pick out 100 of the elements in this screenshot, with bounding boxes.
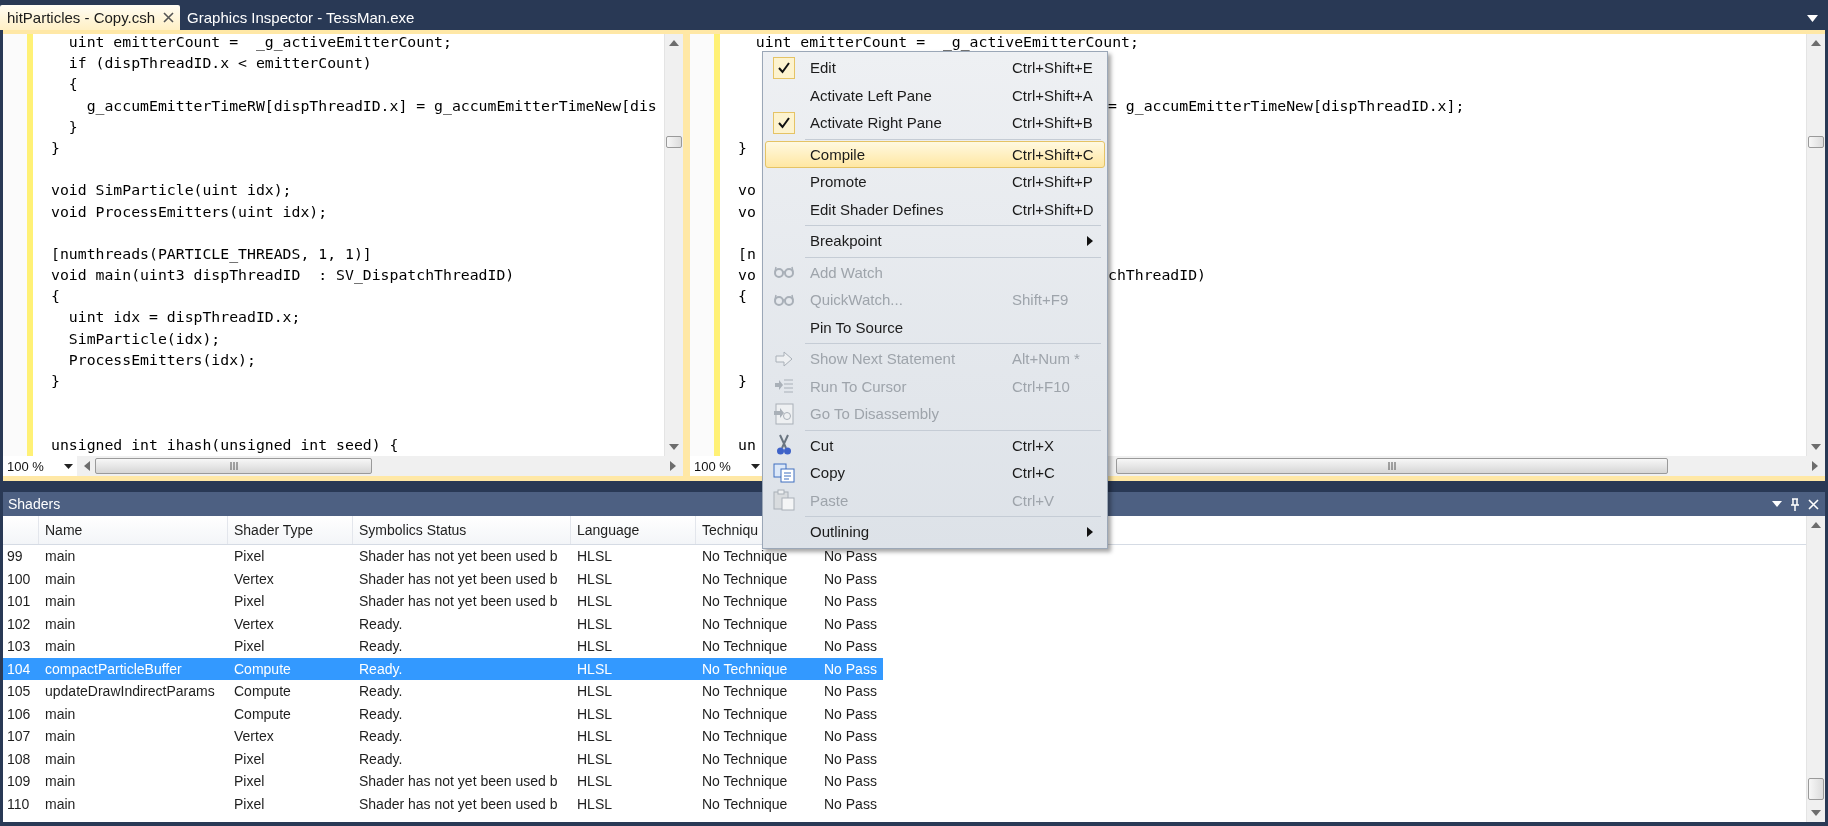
table-cell-text: No Pass <box>823 569 878 589</box>
table-cell-text: main <box>44 637 77 657</box>
scroll-up-icon[interactable] <box>1811 39 1821 47</box>
zoom-dropdown[interactable]: 100 % <box>690 456 764 476</box>
code-line: } <box>51 137 60 158</box>
table-row[interactable]: 102 main Vertex Ready. HLSL No Technique No Pass <box>3 612 883 635</box>
scroll-up-icon[interactable] <box>669 39 679 47</box>
code-line: chThreadID) <box>1108 265 1206 286</box>
table-row[interactable]: 101 main Pixel Shader has not yet been used b HLSL No Technique No Pass <box>3 590 883 613</box>
table-cell-text: Pixel <box>233 637 266 657</box>
scroll-thumb[interactable] <box>1116 458 1668 474</box>
menu-item[interactable]: Cut Ctrl+X <box>765 431 1105 459</box>
column-header[interactable]: Shader Type <box>228 516 353 544</box>
dropdown-icon[interactable] <box>1807 15 1818 22</box>
table-cell-text: Pixel <box>233 547 266 567</box>
table-cell-text: Pixel <box>233 772 266 792</box>
table-cell-text: Compute <box>233 659 292 679</box>
table-row[interactable]: 107 main Vertex Ready. HLSL No Technique No Pass <box>3 725 883 748</box>
table-cell-text: Ready. <box>358 637 404 657</box>
table-cell-text: No Pass <box>823 682 878 702</box>
submenu-arrow-icon <box>1086 235 1094 246</box>
table-cell-text: 99 <box>6 547 24 567</box>
code-line: void main(uint3 dispThreadID : SV_DispatchThreadID) <box>51 265 515 286</box>
menu-item[interactable]: Promote Ctrl+Shift+P <box>765 168 1105 196</box>
menu-item[interactable]: Compile Ctrl+Shift+C <box>765 140 1105 168</box>
table-cell-text: 103 <box>6 637 32 657</box>
column-header[interactable]: Language <box>571 516 696 544</box>
code-line: un <box>738 434 756 455</box>
table-cell-text: Shader has not yet been used b <box>358 794 559 814</box>
table-cell-text: 104 <box>6 659 32 679</box>
menu-item[interactable]: Pin To Source <box>765 313 1105 341</box>
caret-icon <box>751 463 760 469</box>
table-cell-text: No Technique <box>701 794 789 814</box>
menu-item[interactable]: Activate Right Pane Ctrl+Shift+B <box>765 109 1105 137</box>
table-cell-text: No Pass <box>823 637 878 657</box>
vertical-scrollbar[interactable] <box>664 34 683 456</box>
table-row[interactable]: 109 main Pixel Shader has not yet been used b HLSL No Technique No Pass <box>3 770 883 793</box>
table-cell-text: main <box>44 569 77 589</box>
table-cell-text: HLSL <box>576 569 614 589</box>
scroll-down-icon[interactable] <box>669 443 679 451</box>
table-cell-text: HLSL <box>576 749 614 769</box>
close-icon[interactable] <box>163 12 175 23</box>
table-cell-text: Ready. <box>358 727 404 747</box>
table-cell-text: HLSL <box>576 547 614 567</box>
menu-item[interactable]: Activate Left Pane Ctrl+Shift+A <box>765 81 1105 109</box>
table-row[interactable]: 108 main Pixel Ready. HLSL No Technique No Pass <box>3 747 883 770</box>
scroll-thumb[interactable] <box>1808 136 1824 148</box>
table-cell-text: Shader has not yet been used b <box>358 772 559 792</box>
panel-title: Shaders <box>8 496 61 512</box>
vertical-scrollbar[interactable] <box>1806 516 1825 822</box>
caret-icon <box>64 463 73 469</box>
table-row[interactable]: 99 main Pixel Shader has not yet been used b HLSL No Technique No Pass <box>3 545 883 568</box>
scroll-thumb[interactable] <box>666 136 682 148</box>
code-line: } <box>738 137 747 158</box>
table-cell-text: Ready. <box>358 682 404 702</box>
table-cell-text: No Technique <box>701 772 789 792</box>
code-line: { <box>67 74 78 95</box>
table-row[interactable]: 110 main Pixel Shader has not yet been used b HLSL No Technique No Pass <box>3 792 883 815</box>
grip-icon <box>229 462 238 470</box>
table-cell-text: main <box>44 727 77 747</box>
menu-item[interactable]: Edit Ctrl+Shift+E <box>765 54 1105 82</box>
table-cell-text: HLSL <box>576 614 614 634</box>
scroll-right-icon[interactable] <box>1811 461 1819 471</box>
column-header[interactable]: Name <box>39 516 228 544</box>
scissors-icon <box>776 434 792 457</box>
table-row[interactable]: 103 main Pixel Ready. HLSL No Technique No Pass <box>3 635 883 658</box>
vertical-scrollbar[interactable] <box>1806 34 1825 456</box>
table-cell-text: No Technique <box>701 547 789 567</box>
table-cell-text: main <box>44 749 77 769</box>
scroll-left-icon[interactable] <box>83 461 91 471</box>
code-line: { <box>51 286 60 307</box>
document-tab[interactable]: hitParticles - Copy.csh <box>0 5 181 30</box>
pin-icon[interactable] <box>1790 497 1800 511</box>
dropdown-icon[interactable] <box>1772 501 1782 507</box>
menu-item[interactable]: Edit Shader Defines Ctrl+Shift+D <box>765 195 1105 223</box>
scroll-thumb[interactable] <box>95 458 372 474</box>
code-line: [numthreads(PARTICLE_THREADS, 1, 1)] <box>51 243 372 265</box>
zoom-dropdown[interactable]: 100 % <box>3 456 77 476</box>
scroll-down-icon[interactable] <box>1811 443 1821 451</box>
column-header[interactable]: Symbolics Status <box>353 516 571 544</box>
menu-item[interactable]: Breakpoint <box>765 227 1105 255</box>
scroll-thumb[interactable] <box>1808 778 1824 800</box>
table-cell-text: Ready. <box>358 704 404 724</box>
document-tab[interactable]: Graphics Inspector - TessMan.exe <box>180 5 421 30</box>
table-cell-text: No Pass <box>823 547 878 567</box>
code-line: g_accumEmitterTimeRW[dispThreadID.x] = g_accumEmitterTimeNew[dis <box>85 95 657 116</box>
table-row[interactable]: 106 main Compute Ready. HLSL No Technique No Pass <box>3 702 883 725</box>
scroll-up-icon[interactable] <box>1811 521 1821 529</box>
scroll-right-icon[interactable] <box>669 461 677 471</box>
scroll-down-icon[interactable] <box>1811 809 1821 817</box>
table-cell-text: No Pass <box>823 659 878 679</box>
table-row[interactable]: 100 main Vertex Shader has not yet been used b HLSL No Technique No Pass <box>3 567 883 590</box>
glasses-icon <box>774 266 794 279</box>
menu-item[interactable]: Copy Ctrl+C <box>765 459 1105 487</box>
table-row[interactable]: 105 updateDrawIndirectParams Compute Ready. HLSL No Technique No Pass <box>3 680 883 703</box>
copy-icon <box>773 462 795 483</box>
table-cell-text: Pixel <box>233 592 266 612</box>
table-cell-text: Pixel <box>233 749 266 769</box>
table-cell-text: Shader has not yet been used b <box>358 592 559 612</box>
table-cell-text: HLSL <box>576 794 614 814</box>
